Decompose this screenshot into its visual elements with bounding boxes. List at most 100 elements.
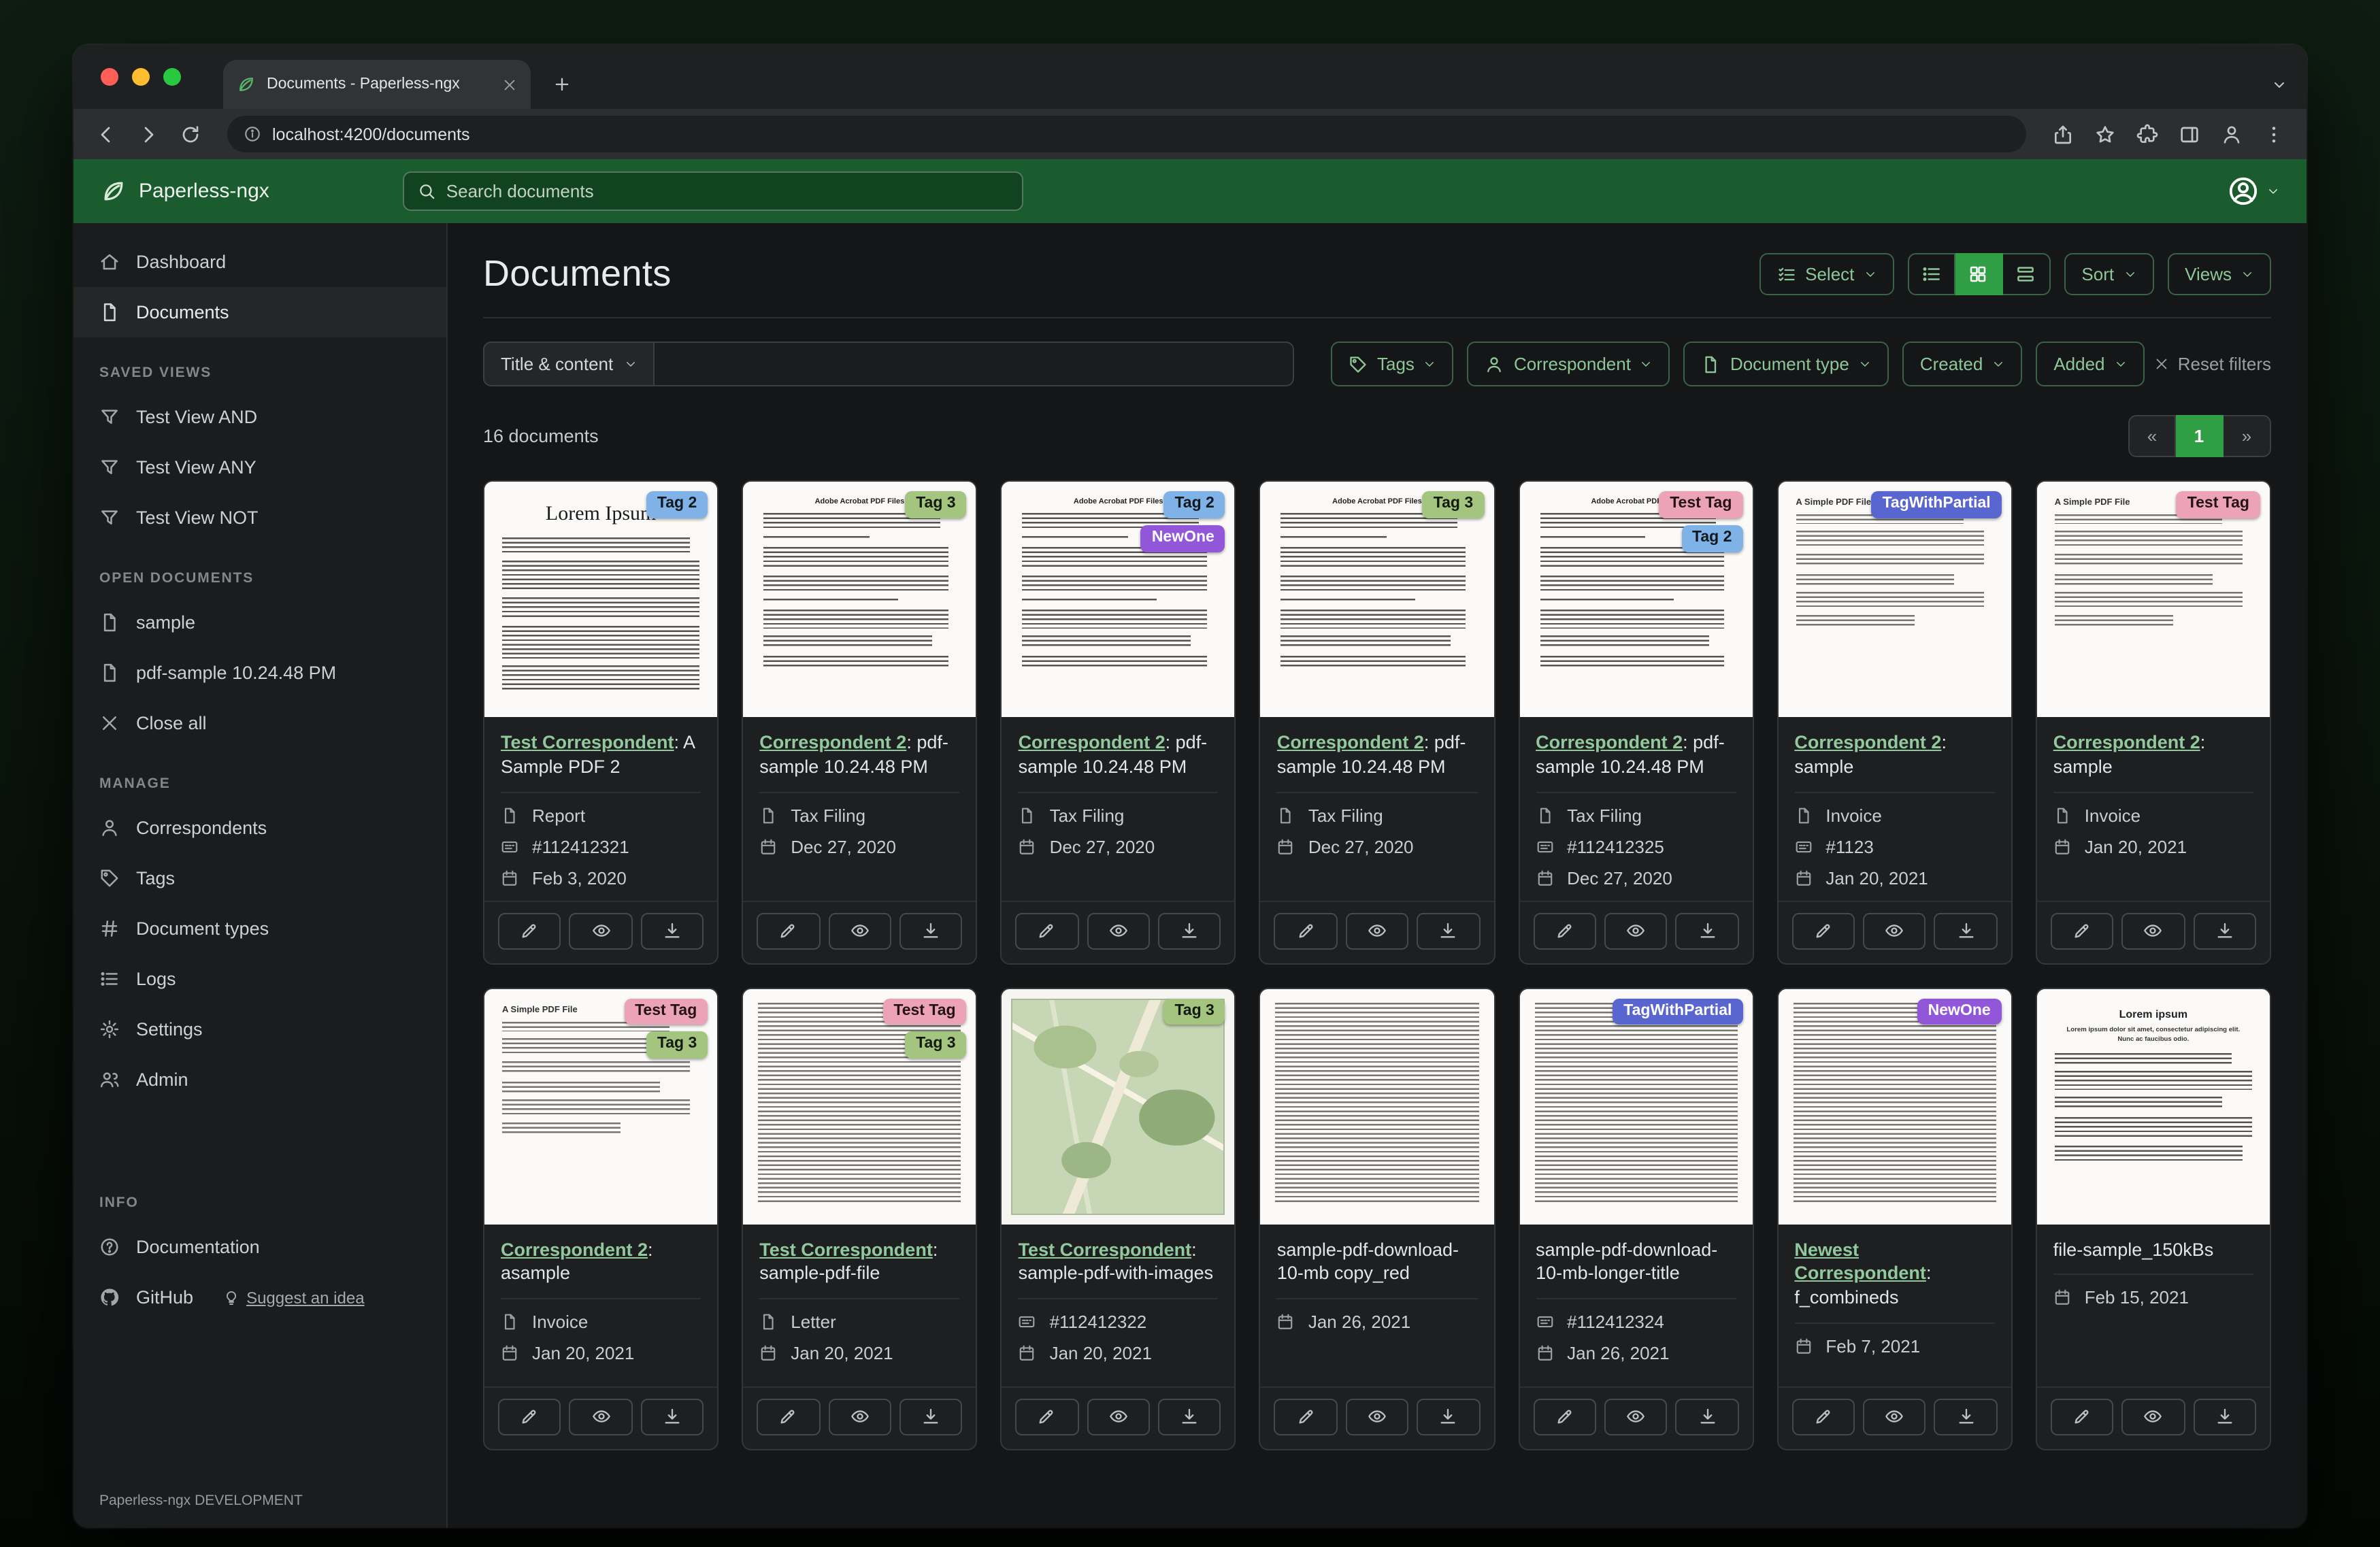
- address-bar[interactable]: localhost:4200/documents: [227, 116, 2026, 152]
- user-menu[interactable]: [2228, 176, 2279, 207]
- download-button[interactable]: [1158, 1398, 1221, 1435]
- edit-button[interactable]: [2050, 1398, 2114, 1435]
- view-button[interactable]: [828, 1398, 891, 1435]
- tag-badge[interactable]: Test Tag: [1659, 491, 1743, 518]
- sidebar-item-settings[interactable]: Settings: [73, 1004, 446, 1054]
- sidebar-item-sample[interactable]: sample: [73, 597, 446, 648]
- document-type-filter-button[interactable]: Document type: [1683, 342, 1889, 386]
- view-button[interactable]: [1863, 912, 1926, 950]
- edit-button[interactable]: [498, 1398, 561, 1435]
- tag-badge[interactable]: Test Tag: [2176, 491, 2260, 518]
- tag-badge[interactable]: TagWithPartial: [1871, 491, 2002, 518]
- correspondent-link[interactable]: Newest Correspondent: [1794, 1239, 1926, 1284]
- document-thumbnail[interactable]: Lorem ipsum Lorem ipsum dolor sit amet, c…: [2036, 988, 2270, 1225]
- document-thumbnail[interactable]: A Simple PDF File Test Tag: [2036, 482, 2270, 717]
- sidebar-item-correspondents[interactable]: Correspondents: [73, 803, 446, 853]
- edit-button[interactable]: [1791, 1398, 1855, 1435]
- view-button[interactable]: [1345, 912, 1409, 950]
- document-thumbnail[interactable]: Tag 3: [1002, 988, 1235, 1225]
- document-thumbnail[interactable]: NewOne: [1778, 988, 2011, 1225]
- pagination-next-button[interactable]: »: [2224, 415, 2271, 457]
- detail-view-button[interactable]: [2002, 253, 2051, 295]
- view-button[interactable]: [1345, 1398, 1409, 1435]
- edit-button[interactable]: [1274, 1398, 1338, 1435]
- document-thumbnail[interactable]: [1260, 988, 1494, 1225]
- download-button[interactable]: [640, 912, 704, 950]
- tag-badge[interactable]: NewOne: [1140, 525, 1225, 552]
- app-brand[interactable]: Paperless-ngx: [101, 178, 269, 204]
- view-button[interactable]: [2121, 912, 2185, 950]
- sidebar-item-documentation[interactable]: Documentation: [73, 1222, 446, 1272]
- correspondent-link[interactable]: Correspondent 2: [759, 732, 906, 752]
- bookmark-star-icon[interactable]: [2094, 123, 2116, 145]
- sidebar-item-test-view-not[interactable]: Test View NOT: [73, 493, 446, 543]
- edit-button[interactable]: [2050, 912, 2114, 950]
- edit-button[interactable]: [757, 912, 821, 950]
- document-thumbnail[interactable]: Test Tag Tag 3: [743, 988, 976, 1225]
- correspondent-link[interactable]: Test Correspondent: [759, 1239, 933, 1259]
- sidebar-item-github[interactable]: GitHub Suggest an idea: [73, 1272, 446, 1323]
- document-thumbnail[interactable]: A Simple PDF File TagWithPartial: [1778, 482, 2011, 717]
- sidebar-item-pdf-sample-10-24-48-pm[interactable]: pdf-sample 10.24.48 PM: [73, 648, 446, 698]
- download-button[interactable]: [640, 1398, 704, 1435]
- new-tab-button[interactable]: [552, 75, 572, 94]
- tag-badge[interactable]: Test Tag: [882, 998, 967, 1025]
- view-button[interactable]: [1604, 1398, 1668, 1435]
- pagination-prev-button[interactable]: «: [2128, 415, 2176, 457]
- correspondent-link[interactable]: Test Correspondent: [501, 732, 674, 752]
- reset-filters-button[interactable]: Reset filters: [2155, 354, 2271, 374]
- sidebar-item-test-view-and[interactable]: Test View AND: [73, 392, 446, 442]
- document-thumbnail[interactable]: A Simple PDF File Test Tag Tag 3: [484, 988, 718, 1225]
- edit-button[interactable]: [1533, 912, 1596, 950]
- view-button[interactable]: [569, 1398, 633, 1435]
- download-button[interactable]: [899, 1398, 963, 1435]
- download-button[interactable]: [899, 912, 963, 950]
- correspondent-link[interactable]: Correspondent 2: [1536, 732, 1683, 752]
- view-button[interactable]: [1863, 1398, 1926, 1435]
- correspondent-link[interactable]: Correspondent 2: [501, 1239, 648, 1259]
- window-minimize-button[interactable]: [132, 68, 150, 86]
- view-button[interactable]: [1604, 912, 1668, 950]
- tag-badge[interactable]: TagWithPartial: [1613, 998, 1743, 1025]
- views-button[interactable]: Views: [2167, 253, 2271, 295]
- window-close-button[interactable]: [101, 68, 118, 86]
- tag-badge[interactable]: Tag 2: [646, 491, 708, 518]
- download-button[interactable]: [1675, 912, 1739, 950]
- sidebar-item-tags[interactable]: Tags: [73, 853, 446, 903]
- edit-button[interactable]: [1791, 912, 1855, 950]
- correspondent-link[interactable]: Correspondent 2: [1019, 732, 1166, 752]
- correspondent-link[interactable]: Correspondent 2: [2053, 732, 2200, 752]
- sidebar-item-logs[interactable]: Logs: [73, 954, 446, 1004]
- sidebar-item-test-view-any[interactable]: Test View ANY: [73, 442, 446, 493]
- correspondent-link[interactable]: Correspondent 2: [1277, 732, 1424, 752]
- tab-search-button[interactable]: [2271, 76, 2287, 93]
- sidebar-item-dashboard[interactable]: Dashboard: [73, 237, 446, 287]
- sidebar-item-close-all[interactable]: Close all: [73, 698, 446, 748]
- tag-badge[interactable]: NewOne: [1917, 998, 2002, 1025]
- added-filter-button[interactable]: Added: [2036, 342, 2145, 386]
- select-button[interactable]: Select: [1759, 253, 1894, 295]
- browser-back-button[interactable]: [95, 123, 117, 145]
- tag-badge[interactable]: Tag 3: [905, 1031, 967, 1059]
- sidebar-item-admin[interactable]: Admin: [73, 1054, 446, 1105]
- document-thumbnail[interactable]: Adobe Acrobat PDF Files Tag 3: [1260, 482, 1494, 717]
- title-content-dropdown[interactable]: Title & content: [483, 342, 655, 386]
- extensions-icon[interactable]: [2136, 123, 2158, 145]
- download-button[interactable]: [2193, 1398, 2256, 1435]
- sort-button[interactable]: Sort: [2064, 253, 2154, 295]
- edit-button[interactable]: [1015, 912, 1079, 950]
- download-button[interactable]: [1675, 1398, 1739, 1435]
- tags-filter-button[interactable]: Tags: [1331, 342, 1454, 386]
- browser-forward-button[interactable]: [137, 123, 159, 145]
- browser-tab[interactable]: Documents - Paperless-ngx: [223, 60, 531, 109]
- tag-badge[interactable]: Tag 3: [1422, 491, 1485, 518]
- tag-badge[interactable]: Tag 3: [1163, 998, 1225, 1025]
- title-content-input[interactable]: [654, 342, 1294, 386]
- grid-view-button[interactable]: [1955, 253, 2003, 295]
- download-button[interactable]: [1417, 1398, 1481, 1435]
- download-button[interactable]: [1417, 912, 1481, 950]
- download-button[interactable]: [1934, 1398, 1998, 1435]
- view-button[interactable]: [1087, 1398, 1151, 1435]
- tag-badge[interactable]: Tag 3: [646, 1031, 708, 1059]
- edit-button[interactable]: [1274, 912, 1338, 950]
